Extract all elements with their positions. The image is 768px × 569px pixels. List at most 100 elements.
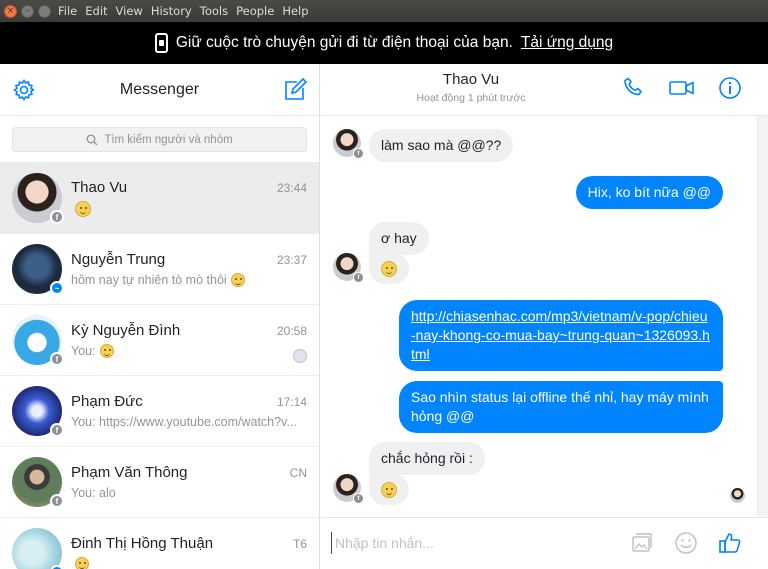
message-bubble-incoming[interactable]: [369, 253, 409, 284]
message-bubble-incoming[interactable]: làm sao mà @@??: [369, 129, 514, 162]
conversation-name: Kỳ Nguyễn Đình: [71, 322, 181, 339]
menu-file[interactable]: File: [58, 4, 77, 18]
message-bubble-outgoing[interactable]: Sao nhìn status lại offline thế nhỉ, hay…: [399, 381, 723, 433]
sidebar-header: Messenger: [0, 64, 319, 116]
facebook-badge-icon: f: [353, 272, 364, 283]
seen-avatar-icon: [293, 349, 307, 363]
menu-people[interactable]: People: [236, 4, 274, 18]
conversation-name: Phạm Văn Thông: [71, 464, 188, 481]
menu-edit[interactable]: Edit: [85, 4, 107, 18]
message-link[interactable]: http://chiasenhac.com/mp3/vietnam/v-pop/…: [411, 308, 710, 362]
menu-tools[interactable]: Tools: [200, 4, 228, 18]
like-icon[interactable]: [718, 531, 742, 555]
avatar: f: [12, 173, 64, 224]
messenger-badge-icon: ~: [50, 281, 64, 295]
search-input[interactable]: Tìm kiếm người và nhóm: [12, 127, 307, 152]
chat-header: Thao Vu Hoạt động 1 phút trước: [321, 64, 768, 116]
search-placeholder: Tìm kiếm người và nhóm: [104, 133, 233, 146]
messenger-badge-icon: ~: [50, 565, 64, 569]
window-controls: × –: [0, 4, 58, 18]
close-window-button[interactable]: ×: [4, 4, 17, 18]
smile-emoji-icon: [75, 201, 91, 217]
message-bubble-incoming[interactable]: chắc hỏng rồi :: [369, 442, 485, 475]
conversation-item[interactable]: ~ Nguyễn Trung 23:37 hôm nay tự nhiên tò…: [0, 234, 319, 305]
conversation-name: Nguyễn Trung: [71, 251, 166, 268]
conversation-time: 23:44: [276, 181, 307, 195]
sidebar-title: Messenger: [119, 80, 200, 98]
conversation-item[interactable]: ~ Đinh Thị Hồng Thuận T6: [0, 518, 319, 569]
conversation-preview: [71, 201, 307, 217]
chat-pane: Thao Vu Hoạt động 1 phút trước f làm sao…: [321, 64, 768, 569]
message-list: f làm sao mà @@?? Hix, ko bít nữa @@ ơ h…: [321, 116, 757, 516]
get-app-link[interactable]: Tải ứng dụng: [521, 34, 613, 52]
conversation-item[interactable]: f Kỳ Nguyễn Đình 20:58 You:: [0, 305, 319, 376]
read-receipt-avatar: [730, 488, 745, 503]
search-icon: [86, 134, 98, 145]
avatar: f: [12, 457, 64, 508]
chat-title: Thao Vu Hoạt động 1 phút trước: [321, 71, 621, 104]
conversation-item[interactable]: f Thao Vu 23:44: [0, 163, 319, 234]
menu-view[interactable]: View: [116, 4, 143, 18]
facebook-badge-icon: f: [50, 352, 64, 366]
emoji-icon[interactable]: [674, 531, 698, 555]
menu-bar: File Edit View History Tools People Help: [58, 4, 309, 18]
banner-text: Giữ cuộc trò chuyện gửi đi từ điện thoại…: [175, 34, 513, 51]
maximize-window-button[interactable]: [38, 4, 51, 18]
chat-active-status: Hoạt động 1 phút trước: [416, 92, 526, 104]
get-app-banner: Giữ cuộc trò chuyện gửi đi từ điện thoại…: [0, 22, 768, 64]
message-bubble-outgoing[interactable]: Hix, ko bít nữa @@: [575, 176, 723, 209]
conversation-name: Phạm Đức: [71, 393, 143, 410]
message-input[interactable]: [331, 532, 601, 554]
avatar: f: [333, 474, 364, 504]
conversation-time: 17:14: [276, 395, 307, 409]
facebook-badge-icon: f: [353, 493, 364, 504]
info-icon[interactable]: [718, 76, 742, 100]
menu-help[interactable]: Help: [282, 4, 308, 18]
chat-actions: [622, 76, 742, 100]
phone-icon: [154, 33, 168, 53]
conversation-time: CN: [289, 466, 307, 480]
avatar: f: [333, 253, 364, 283]
conversation-time: T6: [292, 537, 307, 551]
conversation-name: Thao Vu: [71, 179, 128, 196]
message-bubble-outgoing[interactable]: http://chiasenhac.com/mp3/vietnam/v-pop/…: [399, 300, 723, 371]
conversation-sidebar: Messenger Tìm kiếm người và nhóm f Thao …: [0, 64, 320, 569]
conversation-preview: [71, 557, 307, 569]
facebook-badge-icon: f: [50, 210, 64, 224]
search-container: Tìm kiếm người và nhóm: [0, 116, 319, 163]
message-bubble-incoming[interactable]: [369, 474, 409, 505]
wink-emoji-icon: [99, 344, 114, 358]
window-menubar: × – File Edit View History Tools People …: [0, 0, 768, 22]
message-bubble-incoming[interactable]: ơ hay: [369, 222, 429, 255]
message-composer: [321, 517, 768, 569]
image-icon[interactable]: [630, 531, 654, 555]
menu-history[interactable]: History: [151, 4, 192, 18]
conversation-time: 20:58: [276, 324, 307, 338]
minimize-window-button[interactable]: –: [21, 4, 34, 18]
conversation-preview: You:: [71, 344, 307, 358]
chat-contact-name: Thao Vu: [442, 71, 500, 88]
facebook-badge-icon: f: [353, 148, 364, 159]
compose-icon[interactable]: [283, 77, 307, 102]
smile-emoji-icon: [381, 482, 397, 499]
conversation-item[interactable]: f Phạm Văn Thông CN You: alo: [0, 447, 319, 518]
grin-emoji-icon: [75, 557, 89, 569]
avatar: ~: [12, 528, 64, 569]
video-call-icon[interactable]: [668, 76, 696, 100]
conversation-name: Đinh Thị Hồng Thuận: [71, 535, 214, 552]
avatar: f: [12, 315, 64, 366]
gear-icon[interactable]: [12, 78, 36, 102]
conversation-preview: hôm nay tự nhiên tò mò thôi: [71, 273, 307, 287]
conversation-preview: You: https://www.youtube.com/watch?v...: [71, 415, 297, 429]
conversation-preview: You: alo: [71, 486, 116, 500]
avatar: f: [12, 386, 64, 437]
phone-call-icon[interactable]: [622, 76, 646, 100]
facebook-badge-icon: f: [50, 494, 64, 508]
facebook-badge-icon: f: [50, 423, 64, 437]
avatar: f: [333, 129, 364, 159]
conversation-item[interactable]: f Phạm Đức 17:14 You: https://www.youtub…: [0, 376, 319, 447]
grin-emoji-icon: [230, 273, 245, 287]
avatar: ~: [12, 244, 64, 295]
message-scrollbar[interactable]: [757, 116, 768, 516]
conversation-time: 23:37: [276, 253, 307, 267]
